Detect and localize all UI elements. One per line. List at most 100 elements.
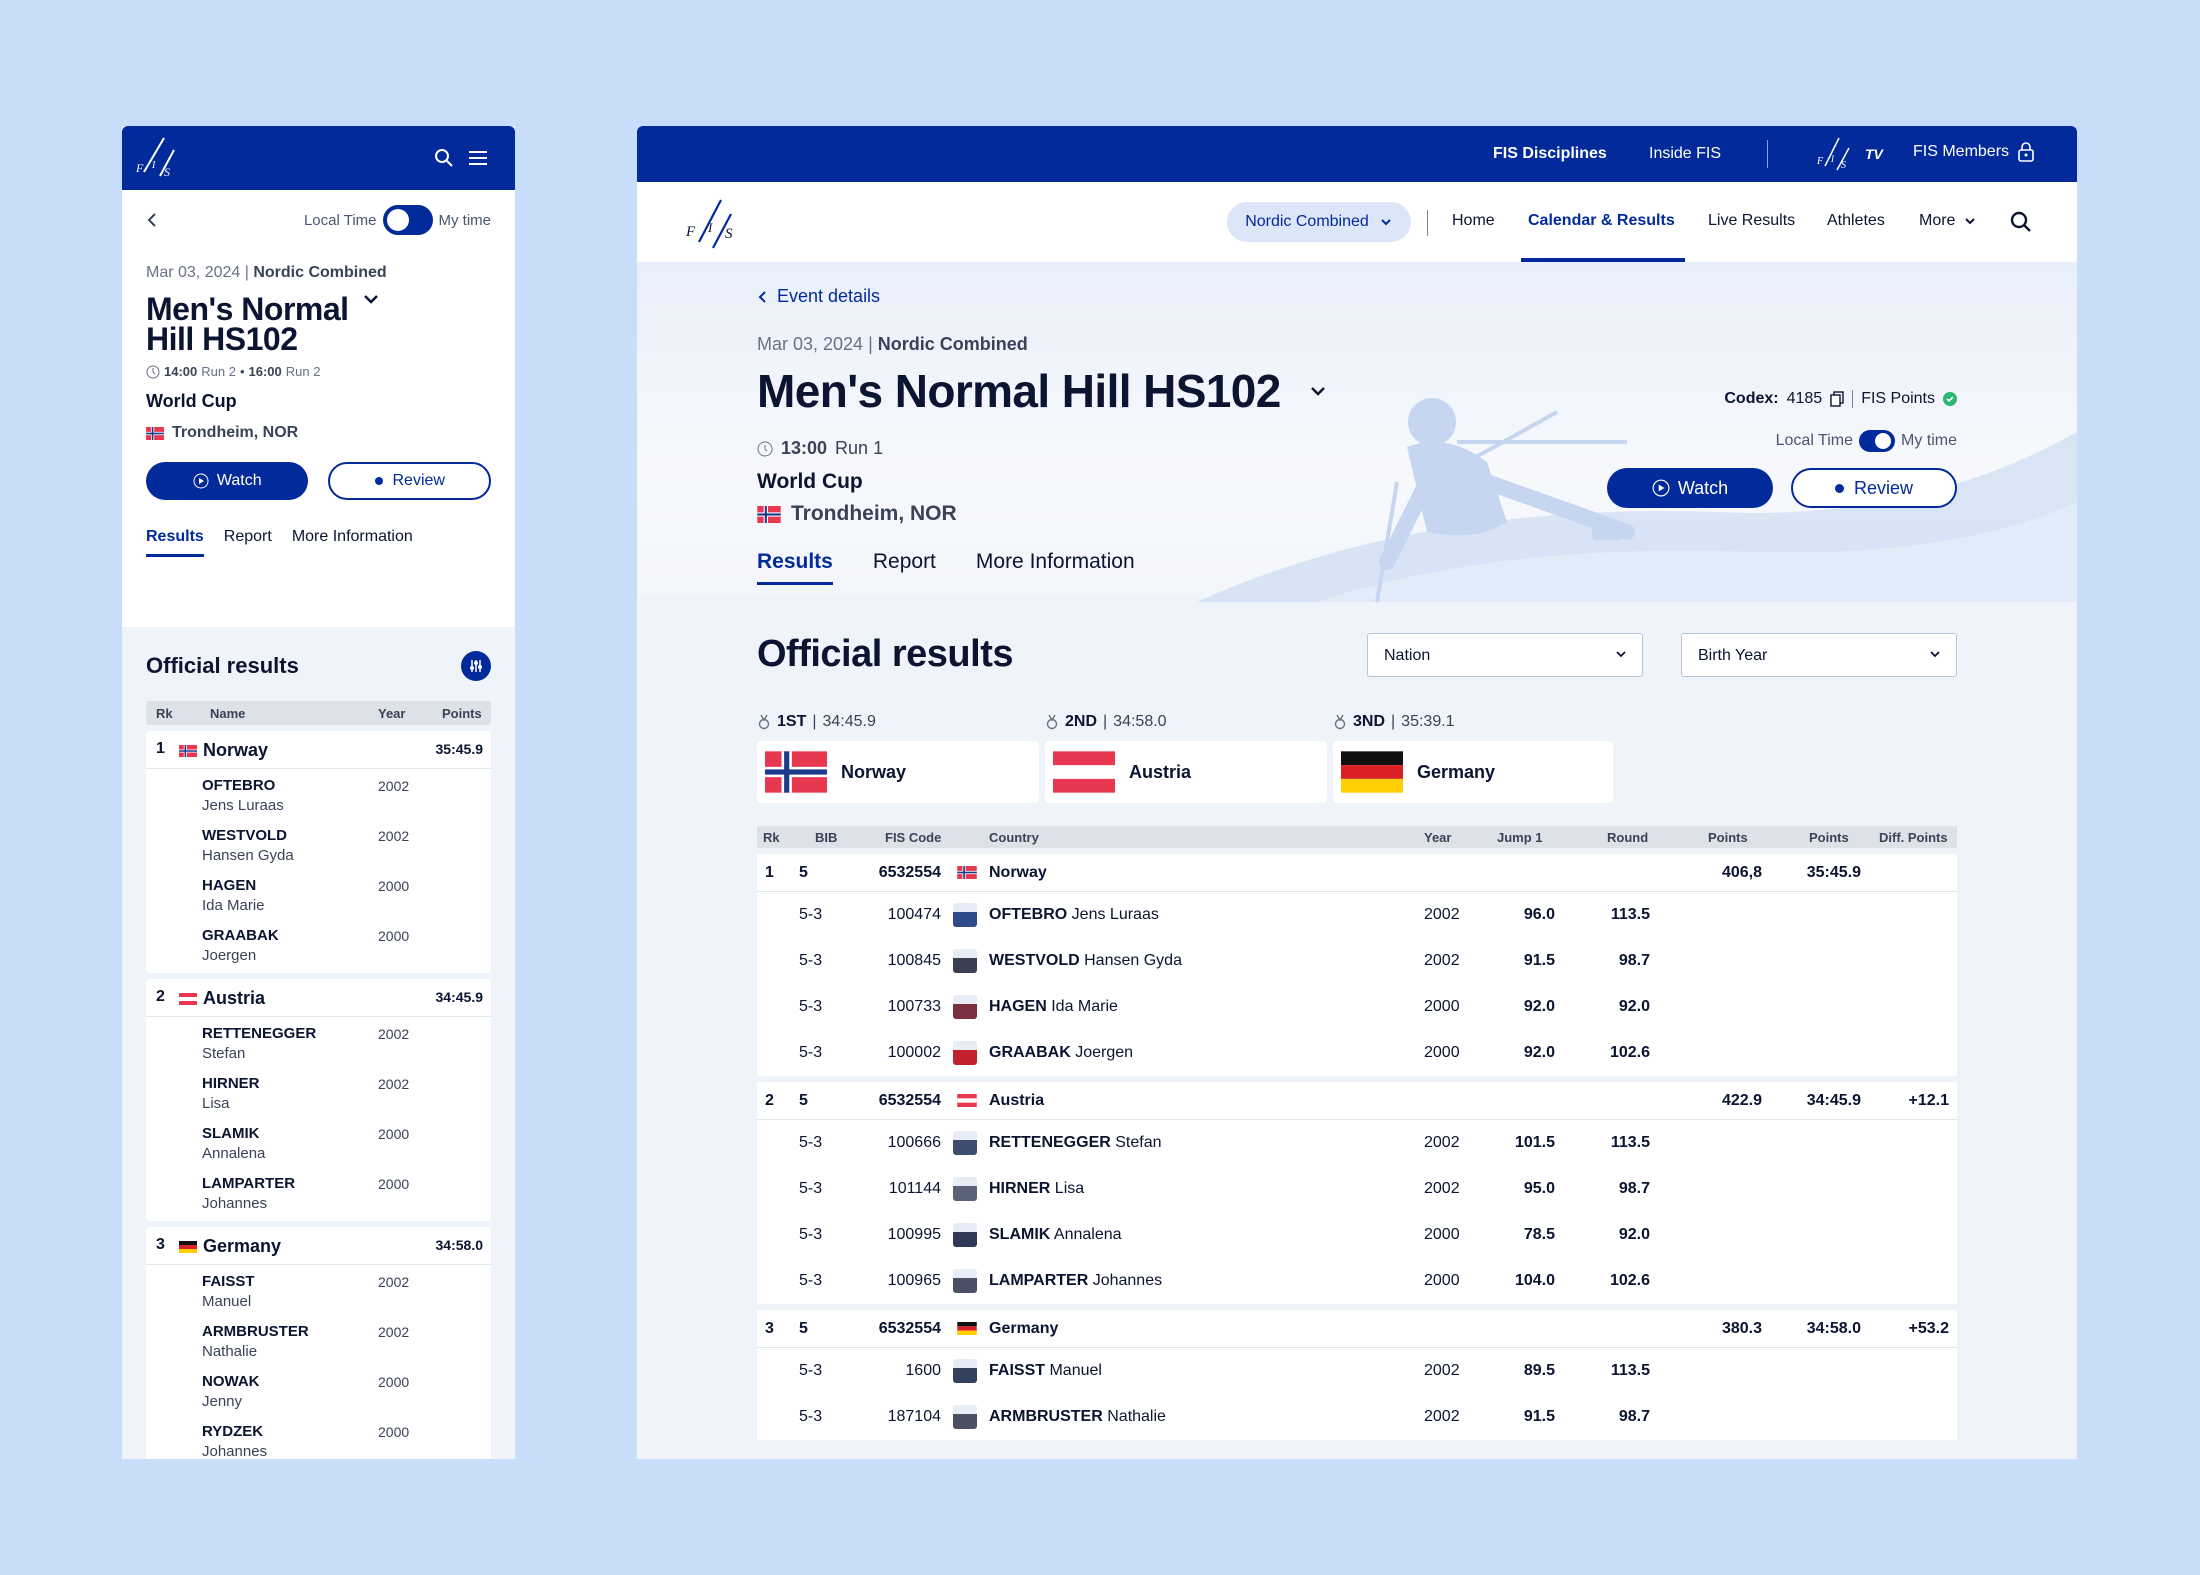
col-points-2: Points <box>1809 830 1849 845</box>
team-row[interactable]: 2 5 6532554 Austria 422.9 34:45.9 +12.1 <box>757 1082 1957 1120</box>
nav-live-results[interactable]: Live Results <box>1708 212 1795 230</box>
chevron-down-icon[interactable] <box>360 288 382 310</box>
top-bar: FIS Disciplines Inside FIS FIS TV FIS Me… <box>637 126 2077 182</box>
discipline-select[interactable]: Nordic Combined <box>1227 202 1411 242</box>
athlete-row[interactable]: WESTVOLD Hansen Gyda 2002 <box>146 819 491 869</box>
athlete-row[interactable]: 5-3 100965 LAMPARTER Johannes 2000 104.0 102.… <box>757 1258 1957 1304</box>
nation-filter-select[interactable]: Nation <box>1367 633 1643 677</box>
back-chevron-icon[interactable] <box>142 210 162 230</box>
time-toggle[interactable]: Local Time My time <box>1776 430 1957 452</box>
chevron-down-icon[interactable] <box>1307 380 1329 402</box>
filter-button[interactable] <box>461 651 491 681</box>
birth-year-filter-select[interactable]: Birth Year <box>1681 633 1957 677</box>
medal-icon <box>758 714 770 730</box>
tab-more-information[interactable]: More Information <box>976 550 1135 585</box>
podium-country-card[interactable]: Austria <box>1045 741 1327 803</box>
athlete-row[interactable]: ARMBRUSTER Nathalie 2002 <box>146 1315 491 1365</box>
codex-label: Codex: <box>1724 390 1779 407</box>
athlete-row[interactable]: OFTEBRO Jens Luraas 2002 <box>146 769 491 819</box>
austria-flag-icon <box>179 992 197 1005</box>
team-row[interactable]: 3 5 6532554 Germany 380.3 34:58.0 +53.2 <box>757 1310 1957 1348</box>
athlete-row[interactable]: 5-3 101144 HIRNER Lisa 2002 95.0 98.7 <box>757 1166 1957 1212</box>
athlete-row[interactable]: SLAMIK Annalena 2000 <box>146 1117 491 1167</box>
athlete-row[interactable]: 5-3 100733 HAGEN Ida Marie 2000 92.0 92.0 <box>757 984 1957 1030</box>
svg-text:F: F <box>1816 156 1824 167</box>
official-results-section: Official results Nation Birth Year 1ST | 3… <box>637 597 2077 803</box>
athlete-year: 2000 <box>1424 1044 1460 1061</box>
athlete-first-name: Johannes <box>202 1195 268 1212</box>
nav-athletes[interactable]: Athletes <box>1827 212 1885 230</box>
team-country: Norway <box>989 864 1047 881</box>
fis-members-link[interactable]: FIS Members <box>1913 142 2035 162</box>
athlete-avatar <box>953 1359 977 1383</box>
athlete-row[interactable]: 5-3 100666 RETTENEGGER Stefan 2002 101.5 113.… <box>757 1120 1957 1166</box>
athlete-year: 2000 <box>378 1176 410 1192</box>
chevron-down-icon <box>1930 651 1940 658</box>
athlete-row[interactable]: 5-3 100474 OFTEBRO Jens Luraas 2002 96.0 113.… <box>757 892 1957 938</box>
athlete-fis-code: 187104 <box>887 1408 941 1425</box>
athlete-row[interactable]: 5-3 1600 FAISST Manuel 2002 89.5 113.5 <box>757 1348 1957 1394</box>
athlete-row[interactable]: GRAABAK Joergen 2000 <box>146 919 491 969</box>
athlete-name: SLAMIK Annalena <box>989 1226 1122 1244</box>
team-row[interactable]: 1 Norway 35:45.9 <box>146 731 491 769</box>
athlete-round: 113.5 <box>1610 1134 1650 1151</box>
athlete-row[interactable]: 5-3 187104 ARMBRUSTER Nathalie 2002 91.5 98.7 <box>757 1394 1957 1440</box>
podium-country-card[interactable]: Germany <box>1333 741 1613 803</box>
watch-button[interactable]: Watch <box>1607 468 1773 508</box>
toggle-switch[interactable] <box>1859 430 1895 452</box>
tab-results[interactable]: Results <box>146 528 204 557</box>
inside-fis-link[interactable]: Inside FIS <box>1649 145 1721 163</box>
fis-logo[interactable]: F I S <box>683 192 743 252</box>
nav-home[interactable]: Home <box>1452 212 1495 230</box>
team-rank: 1 <box>765 864 774 881</box>
tab-more-information[interactable]: More Information <box>292 528 413 557</box>
athlete-avatar <box>953 1041 977 1065</box>
team-card: 3 Germany 34:58.0 FAISST Manuel 2002 ARMBRUSTE… <box>146 1227 491 1459</box>
search-icon[interactable] <box>2009 210 2033 234</box>
review-button[interactable]: Review <box>328 462 491 500</box>
tab-results[interactable]: Results <box>757 550 833 585</box>
podium-country-card[interactable]: Norway <box>757 741 1039 803</box>
team-row[interactable]: 2 Austria 34:45.9 <box>146 979 491 1017</box>
athlete-round: 113.5 <box>1610 906 1650 923</box>
fis-tv-link[interactable]: FIS TV <box>1815 134 1883 174</box>
athlete-last-name: LAMPARTER <box>989 1272 1089 1289</box>
team-row[interactable]: 3 Germany 34:58.0 <box>146 1227 491 1265</box>
team-name-cell: Austria <box>179 988 265 1009</box>
search-icon[interactable] <box>432 146 456 170</box>
event-details-link[interactable]: Event details <box>757 286 880 307</box>
section-title: Official results <box>757 633 1013 675</box>
time-toggle[interactable]: Local Time My time <box>304 205 491 235</box>
menu-icon[interactable] <box>466 146 490 170</box>
event-title-row: Men's Normal Hill HS102 <box>757 364 1329 418</box>
athlete-row[interactable]: RETTENEGGER Stefan 2002 <box>146 1017 491 1067</box>
team-points: 422.9 <box>1721 1092 1762 1109</box>
athlete-row[interactable]: FAISST Manuel 2002 <box>146 1265 491 1315</box>
col-diff-points: Diff. Points <box>1879 830 1948 845</box>
athlete-avatar <box>953 1223 977 1247</box>
copy-icon[interactable] <box>1830 391 1844 407</box>
athlete-bib: 5-3 <box>799 1226 823 1243</box>
athlete-row[interactable]: 5-3 100845 WESTVOLD Hansen Gyda 2002 91.5 98.… <box>757 938 1957 984</box>
athlete-row[interactable]: HIRNER Lisa 2002 <box>146 1067 491 1117</box>
athlete-avatar <box>953 995 977 1019</box>
col-bib: BIB <box>815 830 838 845</box>
nav-calendar-results[interactable]: Calendar & Results <box>1528 212 1675 230</box>
team-row[interactable]: 1 5 6532554 Norway 406,8 35:45.9 <box>757 854 1957 892</box>
athlete-year: 2002 <box>378 1324 410 1340</box>
athlete-row[interactable]: RYDZEK Johannes 2000 <box>146 1415 491 1459</box>
tab-report[interactable]: Report <box>224 528 272 557</box>
tab-report[interactable]: Report <box>873 550 936 585</box>
fis-points-label[interactable]: FIS Points <box>1861 390 1935 408</box>
athlete-row[interactable]: LAMPARTER Johannes 2000 <box>146 1167 491 1217</box>
athlete-row[interactable]: 5-3 100995 SLAMIK Annalena 2000 78.5 92.0 <box>757 1212 1957 1258</box>
fis-logo[interactable]: F I S <box>130 132 184 184</box>
toggle-switch[interactable] <box>382 205 433 235</box>
fis-disciplines-link[interactable]: FIS Disciplines <box>1493 145 1607 163</box>
athlete-row[interactable]: HAGEN Ida Marie 2000 <box>146 869 491 919</box>
athlete-row[interactable]: NOWAK Jenny 2000 <box>146 1365 491 1415</box>
watch-button[interactable]: Watch <box>146 462 309 500</box>
athlete-row[interactable]: 5-3 100002 GRAABAK Joergen 2000 92.0 102.6 <box>757 1030 1957 1076</box>
nav-more[interactable]: More <box>1919 212 1977 230</box>
review-button[interactable]: Review <box>1791 468 1957 508</box>
